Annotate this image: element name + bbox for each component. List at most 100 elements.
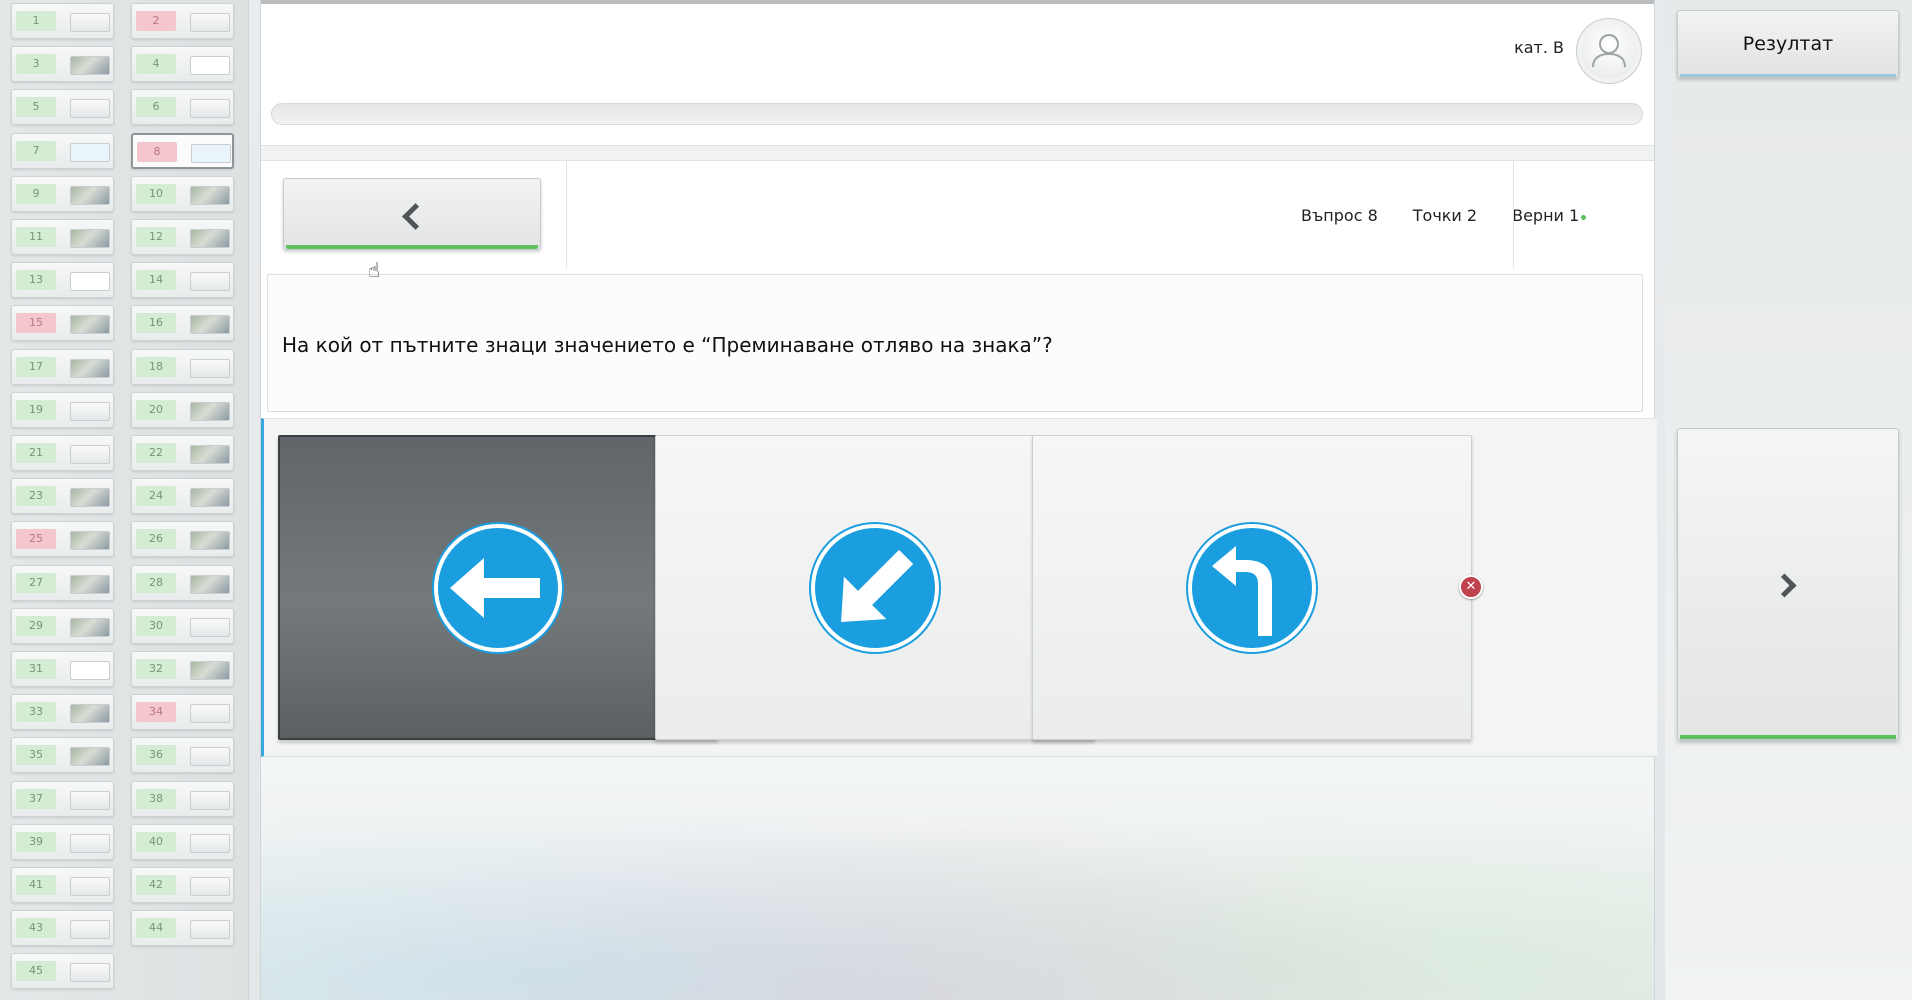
question-tile-39[interactable]: 39 bbox=[11, 823, 114, 860]
question-tile-21[interactable]: 21 bbox=[11, 435, 114, 471]
tile-thumbnail bbox=[191, 143, 231, 163]
tile-thumbnail bbox=[190, 574, 230, 594]
tile-number: 41 bbox=[16, 875, 56, 895]
tile-thumbnail bbox=[70, 661, 110, 680]
tile-thumbnail bbox=[70, 13, 110, 32]
question-tile-28[interactable]: 28 bbox=[131, 564, 234, 601]
tile-thumbnail bbox=[190, 445, 230, 464]
question-tile-6[interactable]: 6 bbox=[131, 89, 234, 126]
question-tile-2[interactable]: 2 bbox=[131, 3, 234, 39]
question-tile-18[interactable]: 18 bbox=[131, 348, 234, 385]
turn-left-sign-icon bbox=[1188, 523, 1316, 652]
tile-thumbnail bbox=[190, 531, 230, 551]
user-avatar-icon[interactable] bbox=[1576, 18, 1642, 84]
tile-thumbnail bbox=[70, 833, 110, 853]
tile-number: 30 bbox=[136, 615, 176, 636]
question-tile-38[interactable]: 38 bbox=[131, 780, 234, 817]
question-tile-8[interactable]: 8 bbox=[131, 132, 234, 169]
question-tile-40[interactable]: 40 bbox=[131, 823, 234, 860]
tile-number: 42 bbox=[136, 875, 176, 895]
question-tile-17[interactable]: 17 bbox=[11, 348, 114, 385]
tile-thumbnail bbox=[70, 531, 110, 551]
tile-thumbnail bbox=[70, 99, 110, 119]
tile-number: 36 bbox=[136, 745, 176, 766]
question-tile-19[interactable]: 19 bbox=[11, 391, 114, 428]
question-tile-30[interactable]: 30 bbox=[131, 607, 234, 644]
question-tile-4[interactable]: 4 bbox=[131, 46, 234, 83]
answer-option-2[interactable]: ✓ bbox=[655, 435, 1106, 740]
question-tile-27[interactable]: 27 bbox=[11, 564, 114, 601]
question-tile-1[interactable]: 1 bbox=[11, 3, 114, 39]
tile-thumbnail bbox=[70, 963, 110, 983]
tile-number: 37 bbox=[16, 788, 56, 809]
question-tile-12[interactable]: 12 bbox=[131, 219, 234, 255]
question-tile-13[interactable]: 13 bbox=[11, 262, 114, 299]
arrow-left-sign-icon bbox=[434, 523, 562, 652]
tile-thumbnail bbox=[190, 315, 230, 335]
previous-question-button[interactable] bbox=[283, 178, 541, 250]
question-tile-10[interactable]: 10 bbox=[131, 175, 234, 212]
navigation-row: Въпрос 8 Точки 2 Верни 1 bbox=[261, 160, 1654, 268]
question-tile-26[interactable]: 26 bbox=[131, 521, 234, 558]
tile-thumbnail bbox=[190, 56, 230, 76]
tile-thumbnail bbox=[190, 747, 230, 767]
question-tile-31[interactable]: 31 bbox=[11, 651, 114, 687]
question-tile-20[interactable]: 20 bbox=[131, 391, 234, 428]
question-tile-24[interactable]: 24 bbox=[131, 478, 234, 515]
tile-number: 2 bbox=[136, 11, 176, 31]
question-tile-3[interactable]: 3 bbox=[11, 46, 114, 83]
question-tile-33[interactable]: 33 bbox=[11, 694, 114, 731]
question-tile-41[interactable]: 41 bbox=[11, 867, 114, 903]
answer-option-1[interactable]: ✕ bbox=[278, 435, 728, 740]
question-tile-29[interactable]: 29 bbox=[11, 607, 114, 644]
question-tile-36[interactable]: 36 bbox=[131, 737, 234, 774]
question-tile-16[interactable]: 16 bbox=[131, 305, 234, 342]
tile-number: 20 bbox=[136, 399, 176, 420]
question-tile-23[interactable]: 23 bbox=[11, 478, 114, 515]
tile-number: 39 bbox=[16, 831, 56, 852]
question-tile-44[interactable]: 44 bbox=[131, 910, 234, 947]
question-tile-42[interactable]: 42 bbox=[131, 867, 234, 903]
tile-thumbnail bbox=[190, 920, 230, 940]
answer-option-3[interactable]: ✕ bbox=[1032, 435, 1483, 740]
tile-number: 15 bbox=[16, 313, 56, 334]
tile-thumbnail bbox=[70, 229, 110, 248]
right-panel: Резултат bbox=[1665, 0, 1912, 1000]
button-accent-bar bbox=[1680, 74, 1896, 77]
tile-number: 13 bbox=[16, 270, 56, 291]
tile-thumbnail bbox=[190, 229, 230, 248]
tile-number: 28 bbox=[136, 572, 176, 593]
question-tile-5[interactable]: 5 bbox=[11, 89, 114, 126]
question-tile-25[interactable]: 25 bbox=[11, 521, 114, 558]
question-tile-22[interactable]: 22 bbox=[131, 435, 234, 471]
tile-number: 45 bbox=[16, 961, 56, 982]
tile-number: 6 bbox=[136, 97, 176, 118]
question-tile-37[interactable]: 37 bbox=[11, 780, 114, 817]
tile-thumbnail bbox=[190, 401, 230, 421]
tile-number: 35 bbox=[16, 745, 56, 766]
tile-thumbnail bbox=[70, 574, 110, 594]
next-question-button[interactable] bbox=[1677, 428, 1899, 740]
button-accent-bar bbox=[1680, 735, 1896, 739]
divider bbox=[1513, 160, 1514, 268]
question-tile-14[interactable]: 14 bbox=[131, 262, 234, 299]
tile-thumbnail bbox=[190, 661, 230, 680]
question-tile-34[interactable]: 34 bbox=[131, 694, 234, 731]
result-button[interactable]: Резултат bbox=[1677, 10, 1899, 78]
question-tile-9[interactable]: 9 bbox=[11, 175, 114, 212]
tile-number: 5 bbox=[16, 97, 56, 118]
tile-thumbnail bbox=[70, 56, 110, 76]
question-tile-7[interactable]: 7 bbox=[11, 132, 114, 169]
tile-thumbnail bbox=[70, 747, 110, 767]
question-tile-11[interactable]: 11 bbox=[11, 219, 114, 255]
question-tile-35[interactable]: 35 bbox=[11, 737, 114, 774]
tile-thumbnail bbox=[190, 704, 230, 724]
question-tile-32[interactable]: 32 bbox=[131, 651, 234, 687]
tile-number: 16 bbox=[136, 313, 176, 334]
tile-number: 4 bbox=[136, 54, 176, 75]
tile-number: 14 bbox=[136, 270, 176, 291]
correct-count: Верни 1 bbox=[1512, 206, 1580, 225]
question-tile-15[interactable]: 15 bbox=[11, 305, 114, 342]
question-tile-45[interactable]: 45 bbox=[11, 953, 114, 990]
question-tile-43[interactable]: 43 bbox=[11, 910, 114, 947]
